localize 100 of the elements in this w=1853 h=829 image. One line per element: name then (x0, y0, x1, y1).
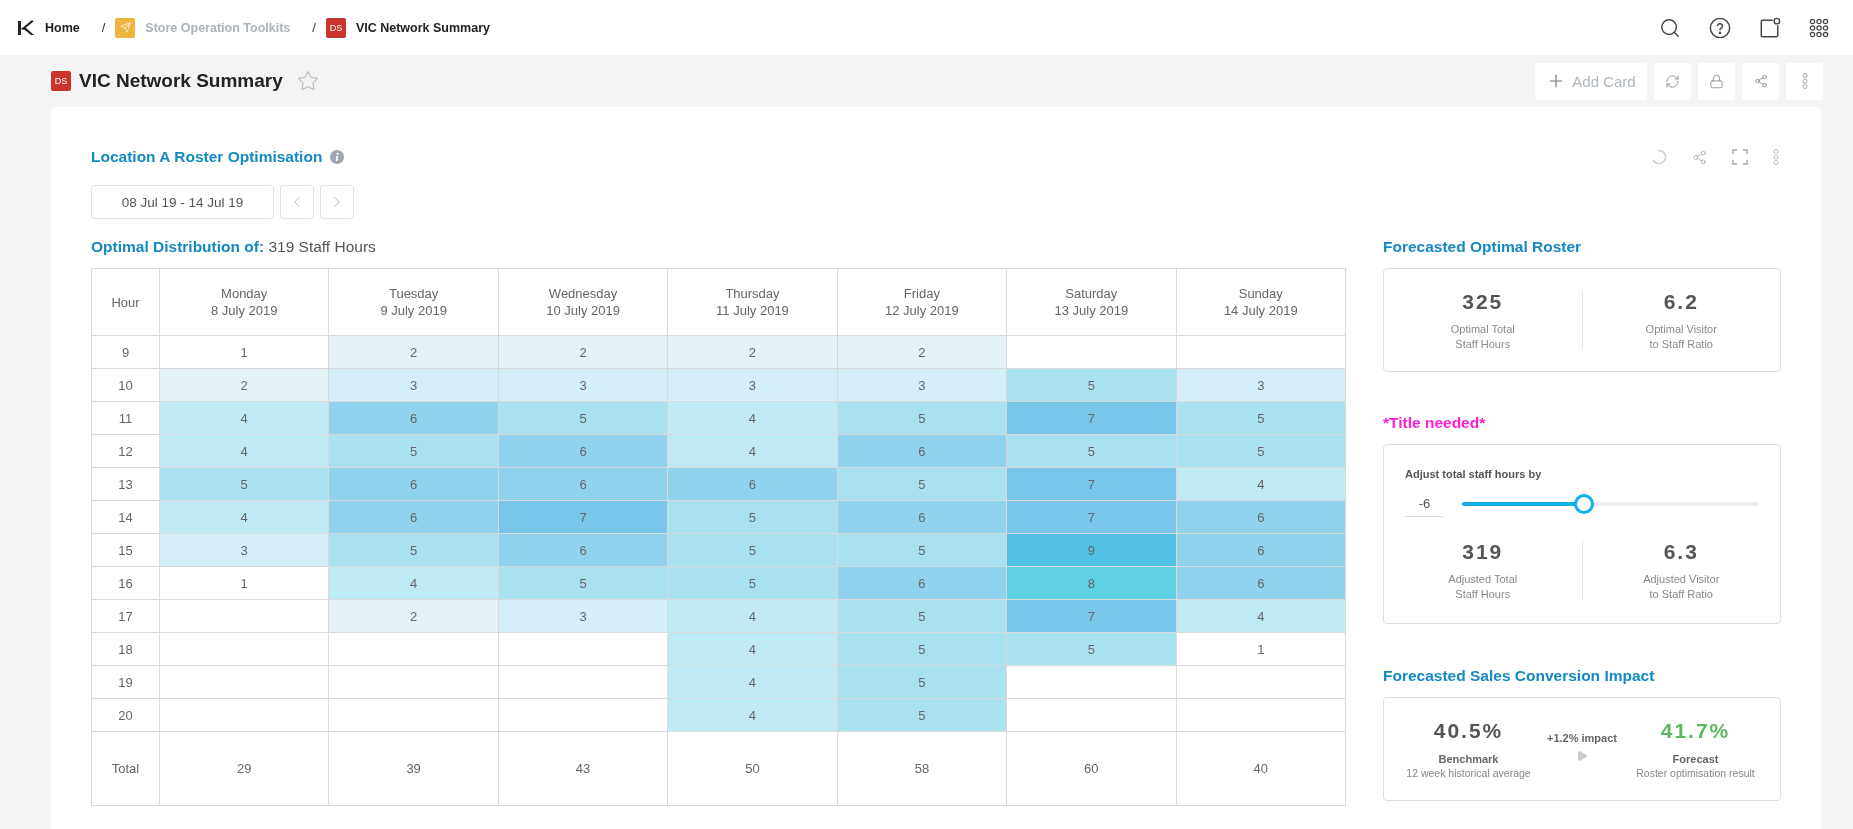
table-cell: 6 (328, 500, 499, 534)
table-cell: 6 (667, 467, 838, 501)
notification-icon[interactable] (1759, 16, 1781, 39)
table-cell: 6 (498, 434, 668, 468)
total-cell: 60 (1006, 731, 1177, 806)
table-cell: 5 (1006, 632, 1177, 666)
slider-track[interactable] (1462, 493, 1759, 514)
result-label: Benchmark (1438, 752, 1499, 766)
impact-text: +1.2% impact (1547, 732, 1617, 744)
logo-icon[interactable] (17, 18, 35, 37)
table-cell: 4 (159, 434, 329, 468)
table-cell: 4 (667, 434, 838, 468)
table-cell: 5 (328, 533, 499, 567)
info-icon[interactable] (330, 150, 345, 164)
table-cell: 1 (1176, 632, 1346, 666)
table-cell: 7 (1006, 467, 1177, 501)
more-button[interactable] (1786, 62, 1823, 100)
table-cell: 7 (1006, 500, 1177, 534)
hour-cell: 18 (91, 632, 160, 666)
table-cell: 2 (667, 335, 838, 369)
table-cell: 2 (498, 335, 668, 369)
column-header: Thursday 11 July 2019 (667, 268, 838, 336)
refresh-button[interactable] (1654, 62, 1691, 100)
table-cell: 4 (667, 665, 838, 699)
result-value: 40.5% (1433, 718, 1504, 744)
stat-value: 6.3 (1663, 538, 1699, 565)
more-vertical-icon (1801, 73, 1808, 89)
refresh-icon (1665, 73, 1680, 89)
breadcrumb-separator: / (101, 20, 106, 35)
breadcrumb-link[interactable]: Home (17, 18, 80, 37)
refresh-icon[interactable] (1651, 149, 1667, 165)
stat-label: Optimal Total Staff Hours (1450, 321, 1515, 352)
table-cell: 7 (498, 500, 668, 534)
lock-icon (1709, 73, 1724, 89)
stat-value: 6.2 (1663, 288, 1699, 315)
share-button[interactable] (1742, 62, 1779, 100)
hour-cell: 16 (91, 566, 160, 600)
table-cell: 7 (1006, 401, 1177, 435)
table-cell: 3 (328, 368, 499, 402)
search-icon[interactable] (1659, 16, 1681, 39)
breadcrumb-link[interactable]: DS VIC Network Summary (325, 17, 490, 38)
table-cell: 4 (1176, 467, 1346, 501)
table-cell: 6 (498, 533, 668, 567)
next-button[interactable] (320, 185, 354, 219)
table-cell: 5 (837, 632, 1007, 666)
result-label: Forecast (1672, 752, 1719, 766)
table-cell: 5 (837, 467, 1007, 501)
table-cell: 6 (1176, 533, 1346, 567)
hour-cell: 13 (91, 467, 160, 501)
table-cell: 5 (498, 566, 668, 600)
table-cell: 4 (667, 698, 838, 732)
table-cell: 3 (1176, 368, 1346, 402)
table-cell: 5 (159, 467, 329, 501)
star-icon[interactable] (296, 70, 319, 92)
table-cell: 5 (837, 599, 1007, 633)
adjust-input[interactable]: -6 (1405, 490, 1444, 517)
hour-cell: 10 (91, 368, 160, 402)
total-cell: 39 (328, 731, 499, 806)
stat-label: Optimal Visitor to Staff Ratio (1645, 321, 1717, 352)
stat-label: Adjusted Total Staff Hours (1448, 571, 1518, 602)
table-cell: 9 (1006, 533, 1177, 567)
help-icon[interactable] (1709, 16, 1731, 39)
expand-icon[interactable] (1732, 149, 1748, 165)
table-cell: 2 (328, 599, 499, 633)
table-cell: 5 (837, 401, 1007, 435)
table-cell: 3 (159, 533, 329, 567)
total-cell: 29 (159, 731, 329, 806)
slider-label: Adjust total staff hours by (1405, 467, 1543, 481)
share-icon[interactable] (1692, 149, 1707, 165)
table-cell: 5 (328, 434, 499, 468)
lock-button[interactable] (1698, 62, 1735, 100)
table-cell: 4 (667, 632, 838, 666)
hour-cell: 17 (91, 599, 160, 633)
date-range-picker[interactable]: 08 Jul 19 - 14 Jul 19 (91, 185, 274, 219)
table-cell: 5 (1006, 368, 1177, 402)
table-cell: 2 (328, 335, 499, 369)
hour-cell: 19 (91, 665, 160, 699)
more-vertical-icon (1773, 149, 1779, 165)
table-cell: 5 (837, 665, 1007, 699)
table-cell: 2 (159, 368, 329, 402)
table-cell: 3 (837, 368, 1007, 402)
total-cell: 43 (498, 731, 668, 806)
distribution-heading: Optimal Distribution of: 319 Staff Hours (91, 237, 377, 257)
table-cell: 6 (328, 467, 499, 501)
card-title: Location A Roster Optimisation (91, 148, 323, 166)
hour-cell: 14 (91, 500, 160, 534)
table-cell: 5 (498, 401, 668, 435)
previous-button[interactable] (280, 185, 314, 219)
table-cell: 5 (837, 533, 1007, 567)
hour-cell: 12 (91, 434, 160, 468)
table-cell: 5 (837, 698, 1007, 732)
stat-value: 325 (1462, 288, 1504, 315)
table-cell: 4 (328, 566, 499, 600)
table-cell: 4 (1176, 599, 1346, 633)
table-cell: 5 (667, 566, 838, 600)
slider-thumb[interactable] (1573, 493, 1594, 514)
column-header: Saturday 13 July 2019 (1006, 268, 1177, 336)
result-value: 41.7% (1660, 718, 1731, 744)
apps-grid-icon[interactable] (1809, 17, 1829, 38)
table-cell: 5 (667, 533, 838, 567)
